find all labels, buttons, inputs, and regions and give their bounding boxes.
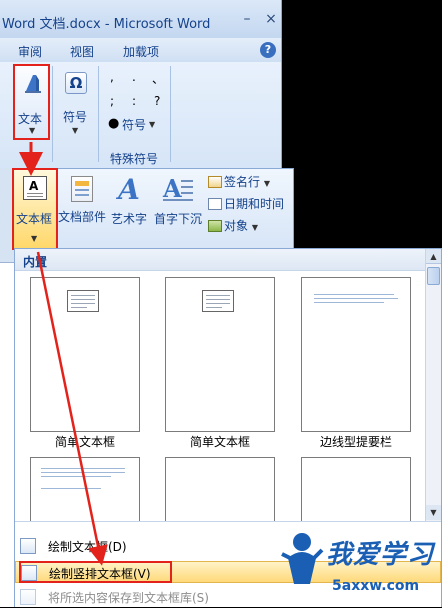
symbol-comma[interactable]: , <box>110 70 114 84</box>
dropcap-label: 首字下沉 <box>153 212 202 226</box>
quick-parts-button[interactable]: 文档部件 <box>58 176 106 240</box>
signature-line-button[interactable]: 签名行 ▼ <box>208 173 270 190</box>
tab-view[interactable]: 视图 <box>70 43 94 60</box>
wordart-label: 艺术字 <box>110 212 147 226</box>
tab-addins[interactable]: 加载项 <box>123 43 159 60</box>
save-icon <box>20 589 36 605</box>
symbol-semicolon[interactable]: ; <box>110 94 114 108</box>
scroll-up-icon[interactable]: ▲ <box>426 249 441 264</box>
calendar-icon <box>208 198 222 210</box>
chevron-down-icon: ▼ <box>31 234 38 243</box>
symbol-button-label: 符号 <box>63 110 88 124</box>
gallery-item-preview[interactable] <box>301 457 411 521</box>
gallery-item-label: 简单文本框 <box>54 435 115 449</box>
window-title-bar: Word 文档.docx - Microsoft Word – × <box>0 0 282 38</box>
object-label: 对象 <box>224 219 249 233</box>
ribbon-tab-strip: 审阅 视图 加载项 ? <box>0 38 282 62</box>
textbox-button-label: 文本框 <box>16 212 53 226</box>
special-symbols-grid: , . 、 ; : ? ● 符号 ▼ <box>104 70 166 136</box>
tab-review[interactable]: 审阅 <box>18 43 42 60</box>
omega-icon: Ω <box>65 72 87 94</box>
symbol-button[interactable]: Ω 符号 ▼ <box>58 68 92 138</box>
date-time-label: 日期和时间 <box>224 197 285 211</box>
save-selection-label: 将所选内容保存到文本框库(S) <box>48 591 209 605</box>
chevron-down-icon: ▼ <box>72 126 79 135</box>
gallery-scrollbar[interactable]: ▲ ▼ <box>425 249 441 521</box>
symbol-colon[interactable]: : <box>132 94 136 108</box>
symbol-period[interactable]: . <box>132 70 136 84</box>
text-button-label: 文本 <box>18 112 43 126</box>
signature-icon <box>208 176 222 188</box>
object-button[interactable]: 对象 ▼ <box>208 217 258 234</box>
bullet-icon: ● <box>108 116 120 131</box>
watermark: 我爱学习 5axxw.com <box>280 520 440 605</box>
group-divider <box>52 66 53 162</box>
textbox-icon <box>20 538 36 554</box>
wordart-button[interactable]: A 艺术字 <box>108 176 150 240</box>
close-button[interactable]: × <box>262 11 280 27</box>
dropcap-icon: A <box>163 174 193 204</box>
mascot-logo-icon <box>281 533 324 584</box>
date-time-button[interactable]: 日期和时间 <box>208 195 284 212</box>
minimize-button[interactable]: – <box>238 11 256 27</box>
help-icon[interactable]: ? <box>260 42 276 58</box>
wordart-icon: A <box>118 173 140 206</box>
textbox-preview <box>202 290 234 312</box>
special-symbols-group-label: 特殊符号 <box>110 152 159 166</box>
gallery-item-label: 简单文本框 <box>189 435 250 449</box>
highlight-box <box>19 561 172 583</box>
chevron-down-icon: ▼ <box>251 223 258 232</box>
symbol-enum-comma[interactable]: 、 <box>152 70 164 87</box>
gallery-section-title: 内置 <box>23 255 48 269</box>
group-divider <box>98 66 99 162</box>
gallery-header: 内置 <box>15 249 425 271</box>
group-divider <box>170 66 171 162</box>
scroll-down-icon[interactable]: ▼ <box>426 505 441 520</box>
gallery-item-simple-textbox[interactable] <box>165 277 275 432</box>
chevron-down-icon: ▼ <box>263 179 270 188</box>
dropcap-button[interactable]: A 首字下沉 <box>152 174 204 240</box>
gallery-item-preview[interactable] <box>30 457 140 521</box>
chevron-down-icon: ▼ <box>149 120 156 129</box>
draw-textbox-label: 绘制文本框(D) <box>48 540 127 554</box>
symbol-question[interactable]: ? <box>154 94 160 108</box>
watermark-url: 5axxw.com <box>332 578 420 594</box>
text-icon <box>25 75 41 93</box>
window-title: Word 文档.docx - Microsoft Word <box>2 17 211 32</box>
gallery-item-simple-textbox[interactable] <box>30 277 140 432</box>
watermark-text: 我爱学习 <box>326 540 435 570</box>
textbox-button[interactable]: A 文本框 ▼ <box>12 168 58 250</box>
text-group-button[interactable]: 文本 ▼ <box>13 64 50 140</box>
object-icon <box>208 220 222 232</box>
textbox-icon: A <box>23 176 47 200</box>
gallery-item-border-sidebar[interactable] <box>301 277 411 432</box>
signature-line-label: 签名行 <box>224 175 261 189</box>
gallery-item-label: 边线型提要栏 <box>319 435 392 449</box>
quick-parts-icon <box>71 176 93 202</box>
gallery-item-preview[interactable] <box>165 457 275 521</box>
scroll-thumb[interactable] <box>427 267 440 285</box>
textbox-preview <box>67 290 99 312</box>
chevron-down-icon: ▼ <box>29 126 36 135</box>
quick-parts-label: 文档部件 <box>58 210 107 224</box>
special-symbol-dropdown[interactable]: 符号 <box>122 116 146 133</box>
